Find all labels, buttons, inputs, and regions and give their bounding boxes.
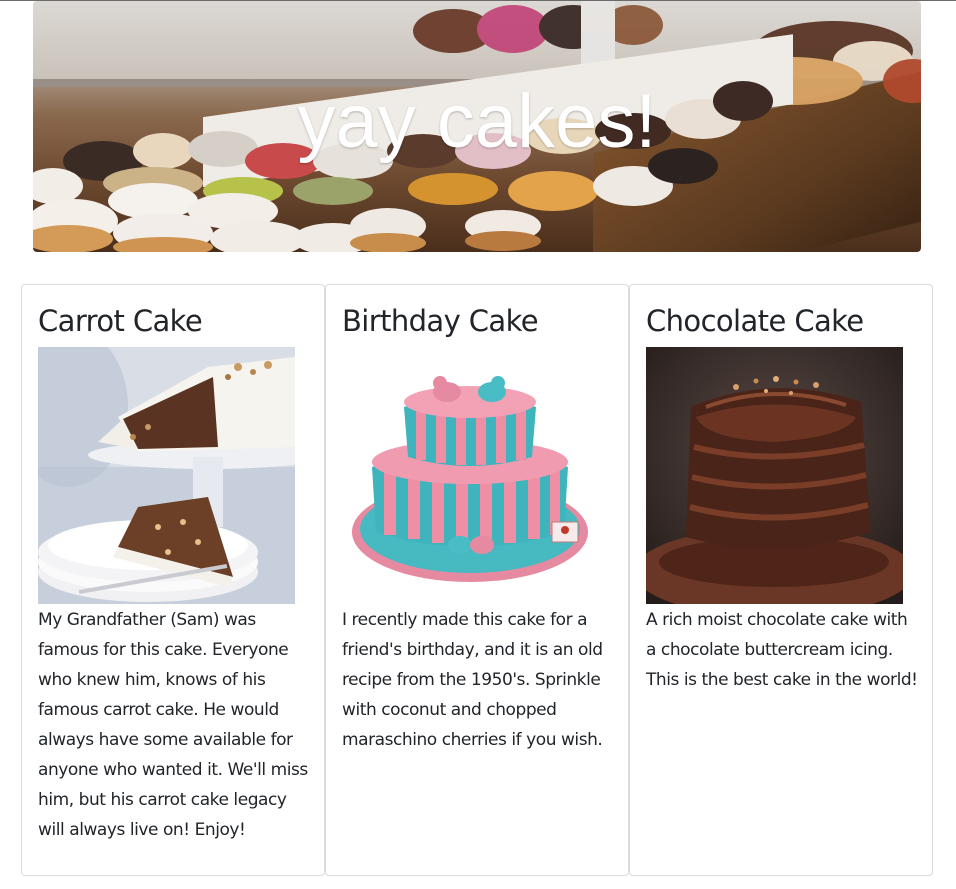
card-title: Chocolate Cake: [646, 304, 864, 338]
card-title: Birthday Cake: [342, 304, 539, 338]
cake-card-birthday: Birthday Cake I recently made this cake …: [325, 284, 629, 876]
chocolate-cake-image: [646, 347, 903, 604]
cake-card-carrot: Carrot Cake My Grandfather (Sam) was fam…: [21, 284, 325, 876]
card-text: My Grandfather (Sam) was famous for this…: [38, 610, 308, 840]
card-text: I recently made this cake for a friend's…: [342, 610, 603, 750]
hero-title: yay cakes!: [297, 79, 657, 164]
carrot-cake-image: [38, 347, 295, 604]
cake-card-chocolate: Chocolate Cake A rich moist chocolate ca…: [629, 284, 933, 876]
card-text: A rich moist chocolate cake with a choco…: [646, 610, 918, 690]
hero-banner: yay cakes!: [33, 1, 921, 252]
card-title: Carrot Cake: [38, 304, 203, 338]
birthday-cake-image: [342, 347, 599, 604]
